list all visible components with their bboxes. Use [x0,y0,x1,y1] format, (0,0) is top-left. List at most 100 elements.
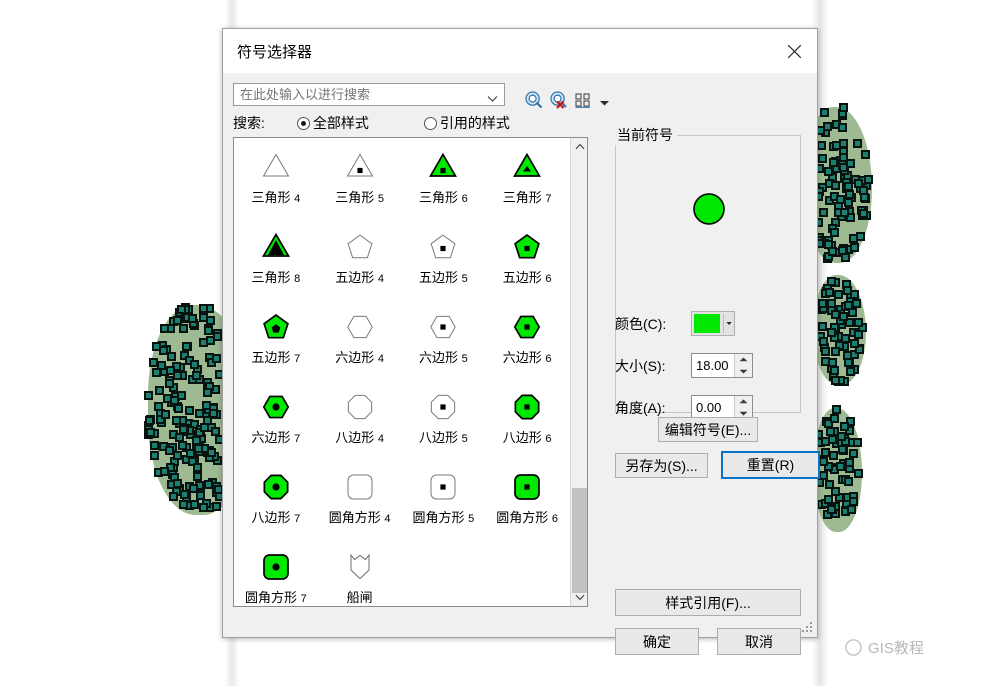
ok-button[interactable]: 确定 [615,628,699,655]
symbol-item[interactable]: 三角形 6 [402,144,486,224]
style-reference-button[interactable]: 样式引用(F)... [615,589,801,616]
triangle-symbol-icon [259,227,293,267]
edit-symbol-button[interactable]: 编辑符号(E)... [658,417,758,442]
size-decrement-icon[interactable] [735,366,752,378]
symbol-item[interactable]: 五边形 5 [402,224,486,304]
symbol-item-label: 六边形 4 [335,350,384,365]
symbol-item[interactable]: 三角形 4 [234,144,318,224]
octagon-symbol-icon [343,387,377,427]
symbol-item[interactable]: 八边形 5 [402,384,486,464]
symbol-item[interactable]: 三角形 7 [485,144,569,224]
search-scope-label: 搜索: [233,115,265,131]
pentagon-symbol-icon [343,227,377,267]
symbol-item-label: 圆角方形 4 [328,510,391,525]
symbol-item-label: 八边形 6 [502,430,552,445]
symbol-item-label: 三角形 4 [251,190,301,205]
symbol-item[interactable]: 六边形 4 [318,304,402,384]
roundsquare-symbol-icon [426,467,460,507]
search-combobox[interactable] [233,83,505,106]
triangle-symbol-icon [343,147,377,187]
circle-logo-icon [845,639,862,656]
hexagon-symbol-icon [510,307,544,347]
resize-grip[interactable] [802,622,814,634]
pentagon-symbol-icon [510,227,544,267]
radio-referenced-styles-indicator [423,116,437,130]
scrollbar-thumb[interactable] [572,488,587,593]
symbol-selector-dialog: 符号选择器 在此处输入以进行搜索 搜索: 全部样式 引用的样式 三角形 4 三角… [222,28,820,655]
symbol-item[interactable]: 圆角方形 5 [402,464,486,544]
symbol-item[interactable]: 八边形 4 [318,384,402,464]
size-input[interactable] [692,354,734,377]
lock-symbol-icon [343,547,377,587]
symbol-item[interactable]: 圆角方形 4 [318,464,402,544]
symbol-item[interactable]: 圆角方形 6 [485,464,569,544]
search-input[interactable] [238,86,478,103]
symbol-item[interactable]: 五边形 6 [485,224,569,304]
search-row [233,83,609,109]
angle-increment-icon[interactable] [735,396,752,408]
symbol-item-label: 五边形 6 [502,270,552,285]
symbol-item-label: 六边形 7 [251,430,301,445]
dialog-title: 符号选择器 [237,44,313,61]
symbol-item-label: 圆角方形 5 [412,510,475,525]
view-mode-dropdown-icon[interactable] [599,94,610,112]
pentagon-symbol-icon [426,227,460,267]
symbol-item[interactable]: 船闸 [318,544,402,606]
reset-button[interactable]: 重置(R) [721,451,820,479]
symbol-item-label: 三角形 5 [335,190,384,205]
close-icon[interactable] [771,29,817,73]
symbol-item[interactable]: 六边形 7 [234,384,318,464]
hexagon-symbol-icon [426,307,460,347]
symbol-item[interactable]: 六边形 5 [402,304,486,384]
symbol-item[interactable]: 三角形 8 [234,224,318,304]
roundsquare-symbol-icon [510,467,544,507]
symbol-item[interactable]: 八边形 6 [485,384,569,464]
size-stepper[interactable] [691,353,753,378]
symbol-item-label: 八边形 4 [335,430,384,445]
color-field-row: 颜色(C): [615,311,735,336]
color-picker-button[interactable] [691,311,735,336]
symbol-item[interactable]: 六边形 6 [485,304,569,384]
symbol-item-label: 六边形 5 [419,350,468,365]
symbol-grid-scrollbar[interactable] [570,138,587,606]
size-field-label: 大小(S): [615,357,666,374]
angle-input[interactable] [692,396,734,419]
symbol-item[interactable]: 圆角方形 7 [234,544,318,606]
search-icon[interactable] [525,91,543,114]
symbol-item-label: 三角形 7 [502,190,552,205]
view-mode-icon[interactable] [575,92,592,113]
octagon-symbol-icon [510,387,544,427]
triangle-symbol-icon [510,147,544,187]
symbol-item-label: 五边形 5 [419,270,468,285]
angle-field-label: 角度(A): [615,399,666,416]
size-increment-icon[interactable] [735,354,752,366]
search-scope-row: 搜索: 全部样式 引用的样式 [233,113,510,133]
symbol-item-label: 八边形 7 [251,510,301,525]
symbol-grid-scroll-area[interactable]: 三角形 4 三角形 5 三角形 6 三角形 7 三角形 8 五边形 4 五边形 5 五边形 6… [234,138,569,606]
chevron-up-icon[interactable] [571,138,588,155]
clear-search-icon[interactable] [550,91,568,114]
symbol-item[interactable]: 五边形 7 [234,304,318,384]
symbol-item[interactable]: 三角形 5 [318,144,402,224]
symbol-item-label: 五边形 4 [335,270,384,285]
radio-referenced-styles-label: 引用的样式 [439,115,510,131]
watermark-text: GIS教程 [868,640,924,657]
roundsquare-symbol-icon [259,547,293,587]
octagon-symbol-icon [426,387,460,427]
radio-referenced-styles[interactable]: 引用的样式 [423,113,510,133]
color-field-label: 颜色(C): [615,315,667,332]
radio-all-styles-indicator [296,116,310,130]
chevron-down-icon[interactable] [571,589,588,606]
symbol-item[interactable]: 八边形 7 [234,464,318,544]
dialog-titlebar: 符号选择器 [223,29,817,73]
symbol-item[interactable]: 五边形 4 [318,224,402,304]
triangle-symbol-icon [426,147,460,187]
triangle-symbol-icon [259,147,293,187]
chevron-down-icon[interactable] [487,90,498,108]
cancel-button[interactable]: 取消 [717,628,801,655]
symbol-grid: 三角形 4 三角形 5 三角形 6 三角形 7 三角形 8 五边形 4 五边形 5 五边形 6… [234,138,569,606]
save-as-button[interactable]: 另存为(S)... [615,453,708,478]
radio-all-styles[interactable]: 全部样式 [296,113,369,133]
size-field-row: 大小(S): [615,353,753,378]
watermark: GIS教程 [845,637,924,658]
